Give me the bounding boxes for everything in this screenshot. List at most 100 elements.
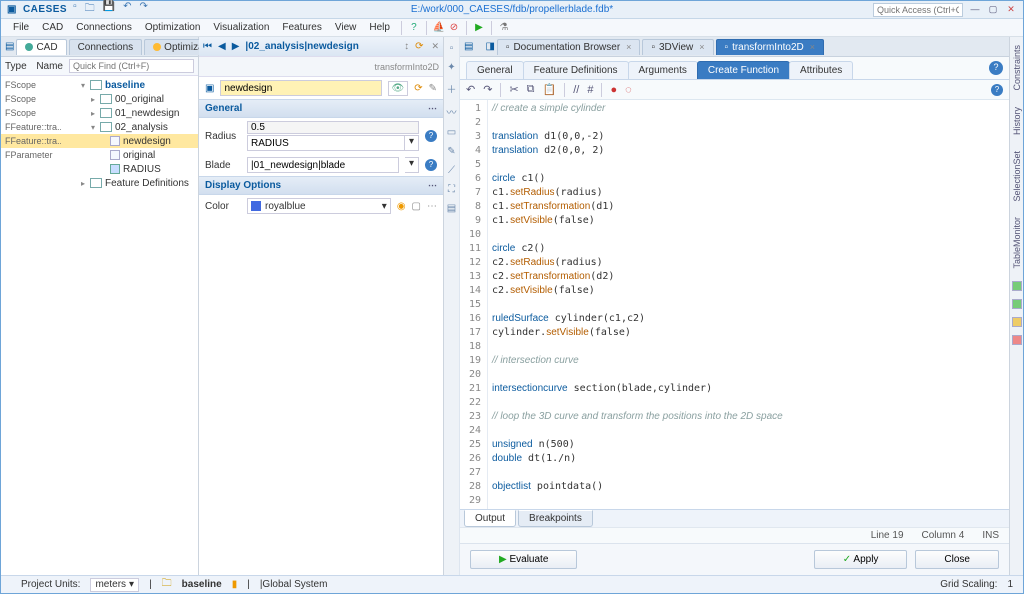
tool1-icon[interactable]: ▫: [450, 43, 454, 54]
help-radius-icon[interactable]: ?: [425, 130, 437, 142]
tree-row[interactable]: FScope▸01_newdesign: [1, 106, 198, 120]
sub-tab[interactable]: Arguments: [628, 61, 698, 79]
comment-icon[interactable]: //: [573, 84, 579, 96]
rtab-history[interactable]: History: [1012, 103, 1022, 139]
reload-icon[interactable]: ⟳: [415, 41, 423, 52]
menu-features[interactable]: Features: [276, 20, 327, 35]
eye-icon[interactable]: 👁: [388, 81, 409, 96]
tree-row[interactable]: FScope▸00_original: [1, 92, 198, 106]
object-tree[interactable]: FScope▾baselineFScope▸00_originalFScope▸…: [1, 76, 198, 575]
tree-row[interactable]: FFeature::tra...newdesign: [1, 134, 198, 148]
sub-tab[interactable]: General: [466, 61, 524, 79]
breakpoint-icon[interactable]: ●: [610, 84, 617, 96]
new-icon[interactable]: ▫: [73, 1, 77, 18]
sub-tab[interactable]: Create Function: [697, 61, 790, 79]
refresh-small-icon[interactable]: ⟳: [414, 83, 422, 94]
help-blade-icon[interactable]: ?: [425, 159, 437, 171]
menu-help[interactable]: Help: [363, 20, 396, 35]
section-display[interactable]: Display Options⋯: [199, 176, 443, 195]
doc-tab[interactable]: ▫transformInto2D×: [716, 39, 825, 55]
tree-row[interactable]: FFeature::tra...▾02_analysis: [1, 120, 198, 134]
tab-breakpoints[interactable]: Breakpoints: [518, 510, 593, 527]
tab-cad[interactable]: CAD: [16, 39, 66, 55]
maximize-icon[interactable]: ▢: [987, 4, 999, 16]
open-icon[interactable]: 🗀: [85, 1, 95, 18]
menu-file[interactable]: File: [7, 20, 35, 35]
clear-color-icon[interactable]: ▢: [412, 201, 421, 212]
menu-optimization[interactable]: Optimization: [139, 20, 207, 35]
panel-split-icon[interactable]: ◨: [485, 41, 494, 52]
tab-connections[interactable]: Connections: [69, 39, 143, 55]
coord-system[interactable]: |Global System: [260, 579, 328, 590]
menu-visualization[interactable]: Visualization: [207, 20, 275, 35]
close-tab-icon[interactable]: ×: [810, 42, 815, 52]
undo-icon[interactable]: ↶: [123, 1, 131, 18]
help-subtab-icon[interactable]: ?: [989, 61, 1003, 75]
doc-tab[interactable]: ▫Documentation Browser×: [497, 39, 641, 55]
object-name-input[interactable]: [220, 80, 381, 96]
nav-fwd-icon[interactable]: ▶: [232, 41, 240, 52]
breakpoint-off-icon[interactable]: ◌: [625, 84, 632, 96]
undo-icon[interactable]: ↶: [466, 83, 475, 96]
menu-cad[interactable]: CAD: [36, 20, 69, 35]
quick-access-input[interactable]: [873, 3, 963, 17]
more-color-icon[interactable]: ⋯: [427, 201, 437, 212]
tab-output[interactable]: Output: [464, 510, 516, 527]
rtab-tablemonitor[interactable]: TableMonitor: [1012, 213, 1022, 273]
radius-input[interactable]: [247, 135, 405, 151]
tool3-icon[interactable]: ＋: [447, 81, 457, 96]
doc-tab[interactable]: ▫3DView×: [642, 39, 713, 55]
tree-row[interactable]: ▸Feature Definitions: [1, 176, 198, 190]
sub-tab[interactable]: Feature Definitions: [523, 61, 629, 79]
redo-icon[interactable]: ↷: [483, 83, 492, 96]
baseline-label[interactable]: baseline: [182, 579, 222, 590]
flask-icon[interactable]: ⚗: [497, 21, 511, 35]
tool2-icon[interactable]: ✦: [447, 62, 455, 73]
nav-back-icon[interactable]: ◀: [218, 41, 226, 52]
boat-icon[interactable]: ⛵: [432, 21, 446, 35]
stop-icon[interactable]: ⊘: [447, 21, 461, 35]
tool8-icon[interactable]: ⛶: [448, 184, 455, 195]
close-tab-icon[interactable]: ×: [699, 42, 704, 52]
expand-icon[interactable]: ↕: [404, 41, 409, 52]
tool7-icon[interactable]: ⟋: [448, 165, 455, 176]
rtab-selectionset[interactable]: SelectionSet: [1012, 147, 1022, 206]
apply-button[interactable]: ✓ Apply: [814, 550, 908, 569]
rtab-constraints[interactable]: Constraints: [1012, 41, 1022, 95]
dropdown-icon[interactable]: ▾: [405, 157, 419, 173]
help-icon[interactable]: ?: [407, 21, 421, 35]
tool6-icon[interactable]: ✎: [447, 146, 455, 157]
section-general[interactable]: General⋯: [199, 99, 443, 118]
quick-find-input[interactable]: [69, 59, 194, 73]
edit-icon[interactable]: ✎: [429, 83, 437, 94]
evaluate-button[interactable]: ▶ Evaluate: [470, 550, 577, 569]
tool5-icon[interactable]: ▭: [447, 127, 456, 138]
color-dropdown[interactable]: royalblue ▾: [247, 198, 391, 214]
play-icon[interactable]: ▶: [472, 21, 486, 35]
dropdown-icon[interactable]: ▾: [405, 135, 419, 151]
color-pick-icon[interactable]: ◉: [397, 201, 406, 212]
tree-row[interactable]: FScope▾baseline: [1, 78, 198, 92]
close-tab-icon[interactable]: ×: [626, 42, 631, 52]
tool9-icon[interactable]: ▤: [447, 203, 456, 214]
units-dropdown[interactable]: meters ▾: [90, 578, 139, 592]
menu-view[interactable]: View: [329, 20, 363, 35]
tree-row[interactable]: FParameteroriginal: [1, 148, 198, 162]
help-toolbar-icon[interactable]: ?: [991, 84, 1003, 96]
sub-tab[interactable]: Attributes: [789, 61, 853, 79]
close-icon[interactable]: ✕: [1005, 4, 1017, 16]
redo-icon[interactable]: ↷: [139, 1, 147, 18]
panel-menu-icon[interactable]: ▤: [5, 40, 14, 54]
tree-row[interactable]: RADIUS: [1, 162, 198, 176]
tool4-icon[interactable]: 〰: [447, 104, 457, 119]
close-panel-icon[interactable]: ✕: [431, 41, 439, 52]
menu-connections[interactable]: Connections: [70, 20, 138, 35]
copy-icon[interactable]: ⧉: [527, 83, 535, 96]
close-button[interactable]: Close: [915, 550, 999, 569]
code-editor[interactable]: 1234567891011121314151617181920212223242…: [460, 100, 1009, 509]
paste-icon[interactable]: 📋: [543, 83, 557, 96]
cut-icon[interactable]: ✂: [509, 83, 518, 96]
nav-first-icon[interactable]: ⏮: [203, 41, 212, 52]
blade-input[interactable]: [247, 157, 399, 173]
hash-icon[interactable]: #: [587, 84, 593, 96]
